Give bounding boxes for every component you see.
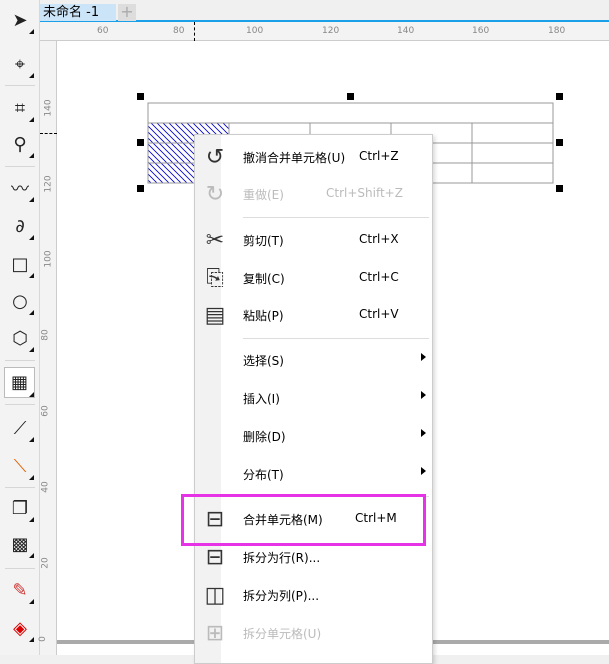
drop-shadow-tool[interactable]: ❐ [6,494,34,522]
ruler-label: 40 [40,481,51,493]
menu-label: 重做(E) [243,188,284,202]
menu-item-copy[interactable]: ⎘ 复制(C) Ctrl+C [195,260,432,296]
document-tab[interactable]: 未命名 -1 [40,4,116,21]
pick-tool[interactable]: ➤ [6,6,34,34]
menu-item-split-columns[interactable]: ◫ 拆分为列(P)... [195,577,432,613]
rectangle-tool[interactable]: □ [6,250,34,278]
highlight-annotation-box [181,494,426,546]
ellipse-tool[interactable]: ○ [6,287,34,315]
ruler-label: 140 [43,99,54,117]
menu-item-distribute[interactable]: 分布(T) [195,456,432,492]
freehand-tool[interactable]: 〰 [6,174,34,202]
selection-handle[interactable] [347,93,354,100]
menu-shortcut: Ctrl+V [359,307,399,321]
crop-tool[interactable]: ⌗ [6,94,34,122]
dimension-tool[interactable]: ⟋ [6,414,34,442]
ruler-label: 120 [43,175,54,193]
menu-item-delete[interactable]: 删除(D) [195,418,432,454]
cut-icon: ✂ [205,228,225,253]
selection-handle[interactable] [137,139,144,146]
ruler-label: 120 [322,26,340,36]
menu-shortcut: Ctrl+X [359,232,399,246]
menu-label: 粘贴(P) [243,309,284,323]
context-menu: ↺ 撤消合并单元格(U) Ctrl+Z ↻ 重做(E) Ctrl+Shift+Z ✂ 剪切… [194,134,433,664]
ruler-label: 20 [40,557,51,569]
ruler-label: 60 [97,26,109,36]
undo-icon: ↺ [205,145,225,170]
menu-shortcut: Ctrl+Z [359,149,399,163]
selection-handle[interactable] [137,185,144,192]
ruler-label: 80 [40,329,51,341]
vertical-ruler[interactable]: 140 120 100 80 60 40 20 0 [37,41,57,655]
split-rows-icon: ⊟ [205,545,225,570]
submenu-arrow-icon [421,353,426,361]
selection-handle[interactable] [556,185,563,192]
add-tab-button[interactable]: + [118,4,136,21]
ruler-label: 160 [472,26,490,36]
ruler-label: 100 [246,26,264,36]
menu-item-redo: ↻ 重做(E) Ctrl+Shift+Z [195,176,432,212]
copy-icon: ⎘ [206,266,224,291]
ruler-label: 180 [548,26,566,36]
menu-shortcut: Ctrl+Shift+Z [326,186,403,200]
menu-item-undo-merge[interactable]: ↺ 撤消合并单元格(U) Ctrl+Z [195,139,432,175]
ruler-label: 80 [173,26,185,36]
submenu-arrow-icon [421,467,426,475]
menu-item-select[interactable]: 选择(S) [195,342,432,378]
menu-label: 拆分单元格(U) [243,627,322,641]
artistic-media-tool[interactable]: ∂ [6,212,34,240]
ruler-label: 140 [397,26,415,36]
menu-label: 插入(I) [243,392,280,406]
submenu-arrow-icon [421,429,426,437]
menu-label: 复制(C) [243,272,285,286]
menu-label: 拆分为行(R)... [243,551,321,565]
menu-label: 拆分为列(P)... [243,589,320,603]
menu-label: 撤消合并单元格(U) [243,151,346,165]
menu-shortcut: Ctrl+C [359,270,399,284]
split-cells-icon: ⊞ [205,621,225,646]
menu-item-insert[interactable]: 插入(I) [195,380,432,416]
split-columns-icon: ◫ [204,583,226,608]
eyedropper-tool[interactable]: ✎ [6,576,34,604]
zoom-tool[interactable]: ⚲ [6,130,34,158]
shape-tool[interactable]: ⌖ [6,50,34,78]
table-tool[interactable]: ▦ [4,367,35,398]
menu-item-split-cells: ⊞ 拆分单元格(U) [195,615,432,651]
interactive-fill-tool[interactable]: ◈ [6,614,34,642]
transparency-tool[interactable]: ▩ [6,530,34,558]
toolbox: ➤ ⌖ ⌗ ⚲ 〰 ∂ □ ○ ⬡ ▦ ⟋ ⟍ ❐ ▩ ✎ ◈ [0,0,40,655]
menu-item-paste[interactable]: ▤ 粘贴(P) Ctrl+V [195,297,432,333]
redo-icon: ↻ [205,182,225,207]
selection-handle[interactable] [137,93,144,100]
selection-handle[interactable] [556,93,563,100]
document-tabbar: 未命名 -1 + [40,0,609,22]
horizontal-ruler[interactable]: 60 80 100 120 140 160 180 [40,22,609,41]
polygon-tool[interactable]: ⬡ [6,324,34,352]
ruler-label: 0 [37,636,48,642]
menu-item-cut[interactable]: ✂ 剪切(T) Ctrl+X [195,222,432,258]
ruler-label: 100 [43,250,54,268]
menu-label: 剪切(T) [243,234,284,248]
submenu-arrow-icon [421,391,426,399]
menu-label: 删除(D) [243,430,286,444]
menu-label: 分布(T) [243,468,284,482]
ruler-label: 60 [40,405,51,417]
menu-label: 选择(S) [243,354,284,368]
paste-icon: ▤ [204,303,226,328]
selection-handle[interactable] [556,139,563,146]
connector-tool[interactable]: ⟍ [6,452,34,480]
